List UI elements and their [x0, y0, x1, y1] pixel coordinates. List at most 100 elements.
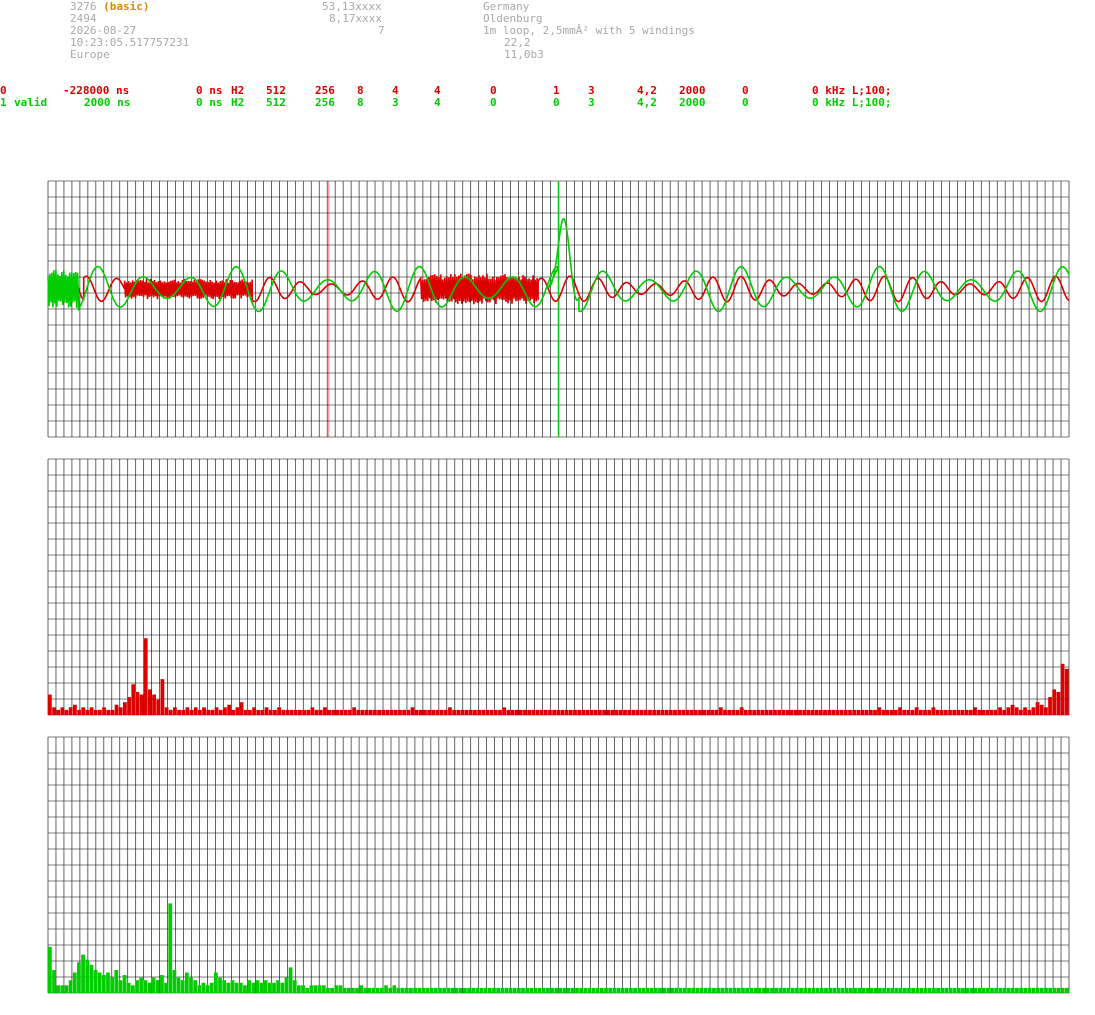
- spectrum-bar: [1019, 987, 1023, 993]
- spectrum-bar: [728, 987, 733, 993]
- spectrum-bar: [865, 987, 870, 993]
- spectrum-bar: [881, 709, 886, 715]
- spectrum-bar: [629, 987, 633, 993]
- spectrum-bar: [548, 709, 552, 715]
- spectrum-bar: [566, 987, 571, 993]
- spectrum-bar: [977, 987, 982, 993]
- spectrum-bar: [352, 707, 356, 715]
- spectrum-bar: [425, 987, 430, 993]
- spectrum-bar: [781, 709, 786, 715]
- spectrum-bar: [606, 709, 611, 715]
- spectrum-bar: [778, 987, 783, 993]
- spectrum-bar: [732, 987, 737, 993]
- spectrum-bar: [948, 987, 953, 993]
- spectrum-bar: [385, 709, 390, 715]
- spectrum-bar: [856, 709, 861, 715]
- spectrum-bar: [77, 962, 81, 993]
- spectrum-bar: [1060, 987, 1065, 993]
- spectrum-bar: [1002, 987, 1007, 993]
- spectrum-bar: [500, 987, 505, 993]
- spectrum-bar: [297, 985, 301, 993]
- spectrum-bar: [702, 709, 707, 715]
- spectrum-bar: [764, 709, 769, 715]
- spectrum-bar: [256, 709, 261, 715]
- spectrum-bar: [936, 987, 940, 993]
- spectrum-bar: [535, 709, 540, 715]
- spectrum-bar: [919, 987, 924, 993]
- spectrum-bar: [48, 694, 52, 715]
- spectrum-bar: [795, 987, 799, 993]
- spectrum-bar: [727, 709, 732, 715]
- spectrum-bar: [421, 987, 426, 993]
- spectrum-bar: [766, 987, 770, 993]
- spectrum-bar: [323, 707, 327, 715]
- spectrum-bar: [248, 709, 252, 715]
- spectrum-bar: [861, 987, 866, 993]
- spectrum-bar: [660, 709, 665, 715]
- spectrum-bar: [202, 707, 206, 715]
- spectrum-bar: [68, 980, 73, 993]
- spectrum-bar: [210, 709, 215, 715]
- spectrum-bar: [894, 987, 899, 993]
- spectrum-bar: [612, 987, 617, 993]
- spectrum-bar: [695, 987, 700, 993]
- spectrum-bar: [439, 709, 444, 715]
- spectrum-bar: [670, 987, 675, 993]
- spectrum-bar: [931, 707, 936, 715]
- spectrum-bar: [181, 709, 186, 715]
- spectrum-bar: [885, 709, 890, 715]
- spectrum-bar: [985, 709, 990, 715]
- spectrum-bar: [693, 709, 698, 715]
- spectrum-bar: [463, 987, 467, 993]
- spectrum-bar: [438, 987, 442, 993]
- spectrum-bar: [831, 709, 836, 715]
- spectrum-bar: [350, 987, 355, 993]
- spectrum-bar: [598, 709, 602, 715]
- spectrum-bar: [89, 707, 94, 715]
- spectrum-bar: [409, 987, 413, 993]
- spectrum-bar: [853, 987, 857, 993]
- spectrum-bar: [433, 987, 438, 993]
- spectrum-bar: [398, 709, 402, 715]
- spectrum-bar: [427, 709, 431, 715]
- spectrum-bar: [803, 987, 808, 993]
- spectrum-bar: [777, 709, 782, 715]
- spectrum-bar: [423, 709, 427, 715]
- spectrum-bar: [156, 699, 161, 715]
- spectrum-bar: [631, 709, 636, 715]
- spectrum-bar: [570, 987, 575, 993]
- spectrum-bar: [487, 987, 492, 993]
- spectrum-bar: [305, 987, 310, 993]
- spectrum-bar: [573, 709, 577, 715]
- spectrum-bar: [89, 964, 94, 993]
- spectrum-bar: [710, 709, 715, 715]
- spectrum-bar: [839, 709, 844, 715]
- spectrum-bar: [147, 982, 152, 993]
- spectrum-bar: [106, 709, 111, 715]
- spectrum-bar: [402, 709, 406, 715]
- spectrum-bar: [285, 709, 290, 715]
- spectrum-bar: [101, 975, 106, 993]
- spectrum-bar: [477, 709, 482, 715]
- spectrum-bar: [546, 987, 550, 993]
- spectrum-bar: [624, 987, 629, 993]
- spectrum-bar: [1048, 987, 1052, 993]
- spectrum-bar: [231, 709, 236, 715]
- spectrum-bar: [668, 709, 673, 715]
- spectrum-bar: [918, 709, 923, 715]
- spectrum-bar: [273, 709, 277, 715]
- grid: [47, 458, 1070, 716]
- spectrum-bar: [864, 709, 869, 715]
- spectrum-bar: [512, 987, 517, 993]
- spectrum-bar: [510, 709, 515, 715]
- spectrum-bar: [915, 987, 920, 993]
- spectrum-bar: [616, 987, 621, 993]
- spectrum-bar: [517, 987, 521, 993]
- spectrum-bar: [60, 985, 65, 993]
- spectrum-bar: [327, 709, 331, 715]
- spectrum-bar: [326, 987, 330, 993]
- spectrum-bar: [72, 972, 77, 993]
- spectrum-bar: [264, 707, 269, 715]
- spectrum-bar: [799, 987, 803, 993]
- spectrum-bar: [798, 709, 802, 715]
